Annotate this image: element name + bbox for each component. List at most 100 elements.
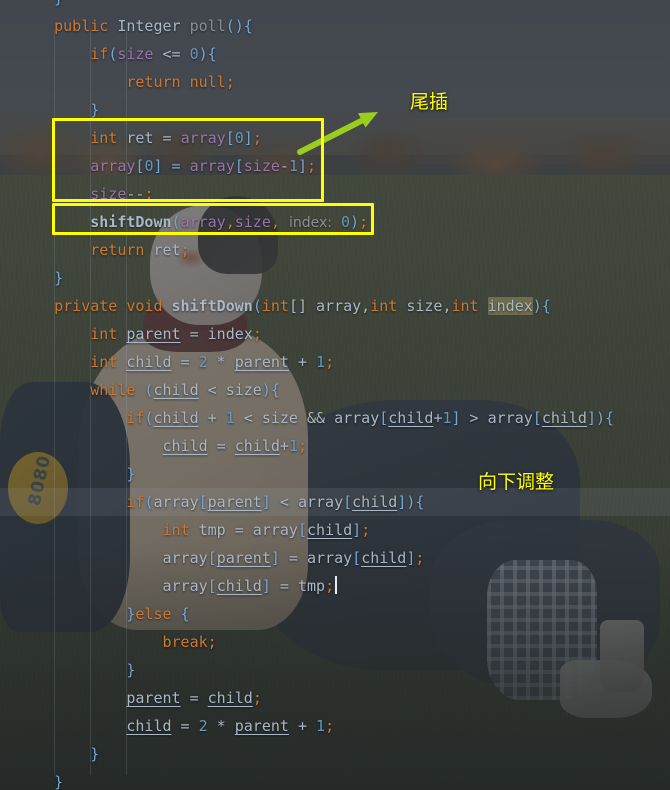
code-line[interactable]: array[parent] = array[child]; bbox=[0, 544, 670, 572]
code-token: parent bbox=[216, 549, 271, 567]
code-line[interactable]: array[0] = array[size-1]; bbox=[0, 152, 670, 180]
code-line[interactable]: break; bbox=[0, 628, 670, 656]
code-line[interactable]: child = 2 * parent + 1; bbox=[0, 712, 670, 740]
code-line[interactable]: } bbox=[0, 460, 670, 488]
code-line[interactable]: } bbox=[0, 96, 670, 124]
code-token: ){ bbox=[198, 45, 217, 63]
code-token: parent bbox=[126, 689, 181, 707]
code-token: child bbox=[307, 521, 353, 539]
code-token: ret = bbox=[117, 129, 181, 147]
code-line[interactable]: array[child] = tmp; bbox=[0, 572, 670, 600]
code-line[interactable]: public Integer poll(){ bbox=[0, 12, 670, 40]
code-line[interactable]: } bbox=[0, 656, 670, 684]
code-token: ] bbox=[243, 129, 253, 147]
code-token: tmp = array bbox=[189, 521, 298, 539]
code-line[interactable]: } bbox=[0, 768, 670, 790]
code-token: ; bbox=[359, 213, 369, 231]
code-line[interactable]: int tmp = array[child]; bbox=[0, 516, 670, 544]
code-line[interactable]: parent = child; bbox=[0, 684, 670, 712]
code-token: int bbox=[90, 129, 118, 147]
code-token: ; bbox=[325, 353, 335, 371]
code-line[interactable]: while (child < size){ bbox=[0, 376, 670, 404]
code-token: [ bbox=[379, 409, 389, 427]
code-line[interactable]: return null; bbox=[0, 68, 670, 96]
code-token: child bbox=[541, 409, 587, 427]
code-token: 0 bbox=[234, 129, 244, 147]
code-token: ( bbox=[252, 297, 262, 315]
code-line[interactable]: int parent = index; bbox=[0, 320, 670, 348]
code-line[interactable]: private void shiftDown(int[] array,int s… bbox=[0, 292, 670, 320]
code-token: return bbox=[126, 73, 181, 91]
code-token: ; bbox=[325, 577, 335, 595]
code-token: child bbox=[162, 437, 208, 455]
code-token: } bbox=[126, 465, 136, 483]
code-token: index: bbox=[288, 215, 332, 231]
code-line[interactable]: } bbox=[0, 0, 670, 12]
code-token: = index bbox=[180, 325, 253, 343]
code-token: ; bbox=[297, 437, 307, 455]
code-token: * bbox=[207, 353, 235, 371]
code-token: ){ bbox=[261, 381, 280, 399]
code-token: < array bbox=[270, 493, 344, 511]
code-line[interactable]: shiftDown(array,size, index: 0); bbox=[0, 208, 670, 236]
code-token: array bbox=[180, 129, 226, 147]
code-line[interactable]: int ret = array[0]; bbox=[0, 124, 670, 152]
code-token: ){ bbox=[532, 297, 551, 315]
code-token: [] array, bbox=[288, 297, 371, 315]
code-token: } bbox=[90, 101, 100, 119]
code-editor[interactable]: } public Integer poll(){ if(size <= 0){ … bbox=[0, 0, 670, 790]
code-line[interactable]: if(array[parent] < array[child]){ bbox=[0, 488, 670, 516]
code-token: void bbox=[126, 297, 163, 315]
code-token: ] bbox=[270, 549, 280, 567]
code-token: 1 bbox=[316, 717, 326, 735]
code-token: ; bbox=[144, 185, 154, 203]
code-token: ; bbox=[225, 73, 235, 91]
code-token: ; bbox=[325, 717, 335, 735]
code-token: [ bbox=[532, 409, 542, 427]
code-line[interactable]: int child = 2 * parent + 1; bbox=[0, 348, 670, 376]
code-token: ] = bbox=[153, 157, 190, 175]
code-token: ]){ bbox=[586, 409, 615, 427]
code-line[interactable]: } bbox=[0, 740, 670, 768]
code-token: 1 bbox=[316, 353, 326, 371]
code-token: size bbox=[234, 213, 271, 231]
code-line[interactable]: }else { bbox=[0, 600, 670, 628]
code-line[interactable]: return ret; bbox=[0, 236, 670, 264]
code-line[interactable]: if(size <= 0){ bbox=[0, 40, 670, 68]
code-line[interactable]: child = child+1; bbox=[0, 432, 670, 460]
code-line[interactable]: size--; bbox=[0, 180, 670, 208]
code-token: } bbox=[54, 269, 64, 287]
code-token: = bbox=[171, 353, 199, 371]
code-token: child bbox=[153, 381, 199, 399]
code-line[interactable]: } bbox=[0, 264, 670, 292]
code-token: 0 bbox=[189, 45, 199, 63]
code-token: array bbox=[162, 577, 208, 595]
code-token: { bbox=[171, 605, 190, 623]
code-token: Integer bbox=[117, 17, 181, 35]
code-token: = bbox=[171, 717, 199, 735]
code-token: ( bbox=[171, 213, 181, 231]
code-token: null bbox=[189, 73, 226, 91]
code-token: return bbox=[90, 241, 145, 259]
code-token: 2 bbox=[198, 353, 208, 371]
code-line[interactable]: if(child + 1 < size && array[child+1] > … bbox=[0, 404, 670, 432]
code-token: ( bbox=[135, 381, 154, 399]
